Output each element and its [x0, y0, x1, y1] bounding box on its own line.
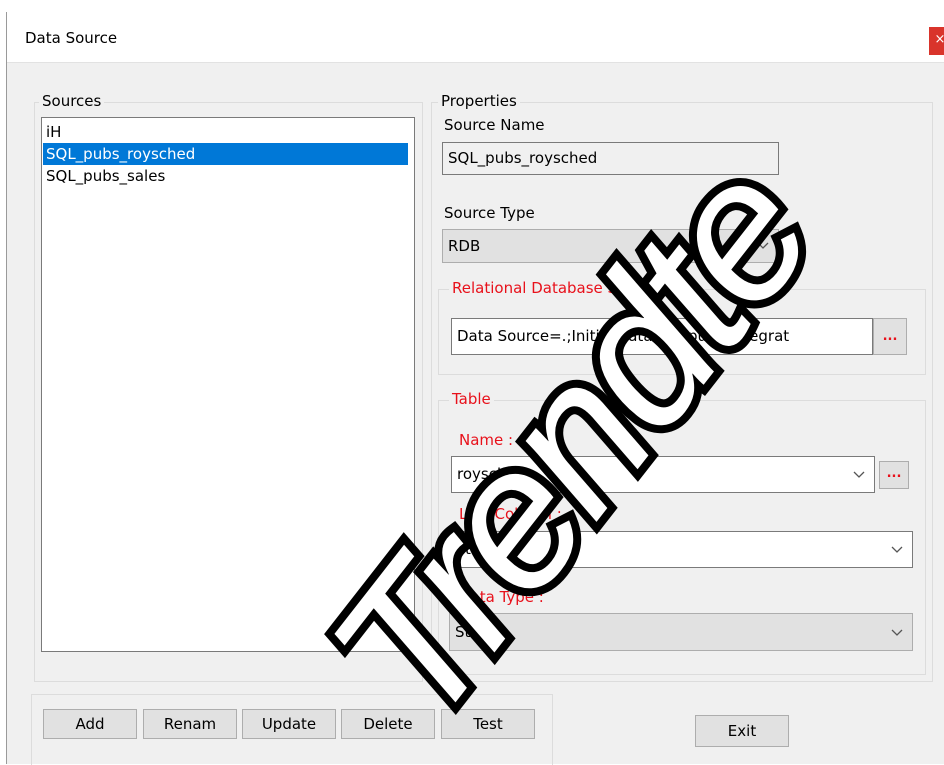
link-column-value: title_id — [455, 540, 506, 558]
table-group-label: Table — [449, 390, 494, 408]
window-title: Data Source — [25, 29, 118, 47]
source-type-select[interactable]: RDB — [442, 229, 779, 263]
source-name-label: Source Name — [444, 116, 545, 134]
chevron-down-icon — [757, 242, 769, 249]
link-column-combo[interactable]: title_id — [449, 531, 913, 568]
close-icon: × — [934, 32, 944, 47]
table-name-label: Name : — [459, 431, 514, 449]
data-type-label: Data Type : — [459, 588, 544, 606]
connection-browse-button[interactable]: ... — [873, 318, 907, 355]
table-group: Table Name : roysched ... Link Column : … — [438, 390, 926, 675]
close-button[interactable]: × — [929, 27, 944, 55]
rdb-group-label: Relational Database Source — [449, 279, 663, 297]
rdb-group: Relational Database Source Data Source=.… — [438, 279, 926, 375]
source-name-field[interactable]: SQL_pubs_roysched — [442, 142, 779, 175]
sources-group: Sources iH SQL_pubs_roysched SQL_pubs_sa… — [34, 92, 423, 682]
update-button[interactable]: Update — [242, 709, 336, 739]
title-bar[interactable]: Data Source × — [7, 12, 944, 63]
connection-string-field[interactable]: Data Source=.;Initial Catalog=pubs;Integ… — [451, 318, 873, 355]
test-button[interactable]: Test — [441, 709, 535, 739]
list-item[interactable]: SQL_pubs_sales — [43, 165, 408, 187]
table-name-value: roysched — [457, 465, 526, 483]
source-type-label: Source Type — [444, 204, 535, 222]
data-type-value: String — [455, 623, 500, 641]
source-type-value: RDB — [448, 237, 481, 255]
add-button[interactable]: Add — [43, 709, 137, 739]
link-column-label: Link Column : — [459, 505, 562, 523]
table-name-combo[interactable]: roysched — [451, 456, 875, 493]
top-edge — [0, 0, 944, 12]
chevron-down-icon — [853, 471, 865, 478]
list-item-selected[interactable]: SQL_pubs_roysched — [43, 143, 408, 165]
rename-button[interactable]: Renam — [143, 709, 237, 739]
chevron-down-icon — [891, 546, 903, 553]
sources-list[interactable]: iH SQL_pubs_roysched SQL_pubs_sales — [41, 117, 415, 652]
properties-group-label: Properties — [438, 92, 520, 110]
properties-group: Properties Source Name SQL_pubs_roysched… — [431, 92, 933, 682]
exit-button[interactable]: Exit — [695, 715, 789, 747]
list-item[interactable]: iH — [43, 121, 408, 143]
sources-group-label: Sources — [39, 92, 105, 110]
data-type-select[interactable]: String — [449, 613, 913, 651]
delete-button[interactable]: Delete — [341, 709, 435, 739]
chevron-down-icon — [891, 629, 903, 636]
table-browse-button[interactable]: ... — [879, 461, 909, 489]
data-source-dialog: Data Source × Sources iH SQL_pubs_roysch… — [6, 12, 944, 765]
